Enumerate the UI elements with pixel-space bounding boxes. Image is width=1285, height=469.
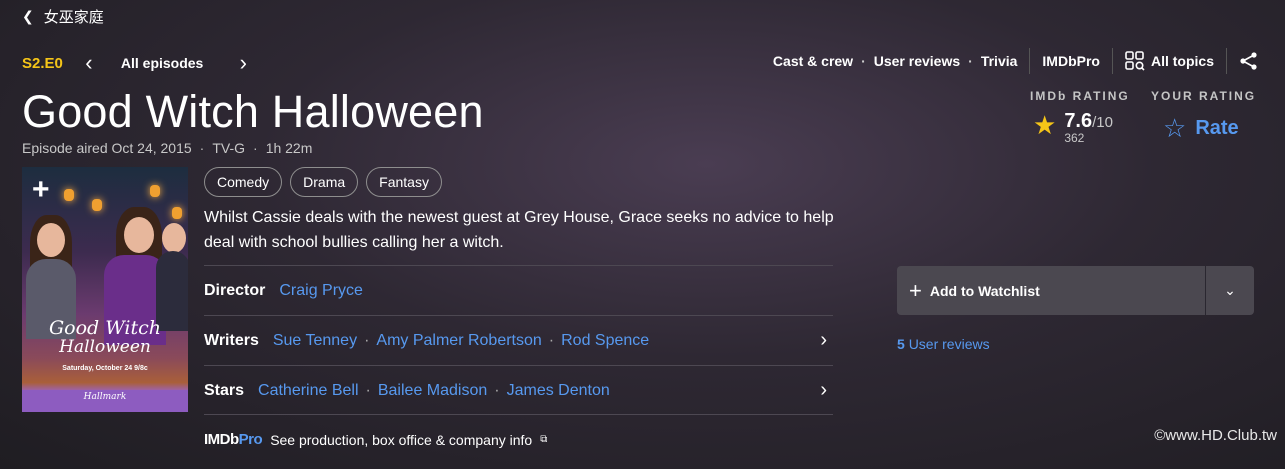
external-link-icon: ⧉ bbox=[540, 434, 548, 445]
imdbpro-promo-text: See production, box office & company inf… bbox=[270, 431, 533, 448]
plot-summary: Whilst Cassie deals with the newest gues… bbox=[204, 209, 834, 251]
rating-count: 362 bbox=[1064, 131, 1085, 145]
runtime: 1h 22m bbox=[265, 140, 313, 156]
separator-dot: · bbox=[199, 140, 205, 156]
separator-dot: · bbox=[548, 331, 555, 349]
star-link[interactable]: Catherine Bell bbox=[258, 382, 359, 400]
stars-row[interactable]: Stars Catherine Bell · Bailee Madison · … bbox=[204, 365, 833, 415]
nav-imdbpro[interactable]: IMDbPro bbox=[1042, 53, 1100, 69]
all-topics-button[interactable]: All topics bbox=[1125, 51, 1214, 71]
poster-network-logo: Hallmark bbox=[83, 392, 127, 402]
poster-figure bbox=[37, 223, 65, 257]
back-link-label: 女巫家庭 bbox=[43, 9, 104, 26]
lantern-decoration bbox=[92, 199, 102, 211]
all-episodes-link[interactable]: All episodes bbox=[121, 55, 203, 71]
imdbpro-promo[interactable]: IMDbPro See production, box office & com… bbox=[204, 431, 547, 448]
stars-label: Stars bbox=[204, 381, 245, 399]
user-reviews-link[interactable]: 5 User reviews bbox=[897, 336, 990, 352]
chevron-right-icon[interactable]: › bbox=[820, 329, 827, 352]
separator-dot: · bbox=[253, 140, 258, 156]
top-nav: Cast & crew · User reviews · Trivia IMDb… bbox=[773, 48, 1259, 74]
rate-button[interactable]: ☆ Rate bbox=[1163, 113, 1239, 144]
imdbpro-logo-b: Pro bbox=[238, 431, 263, 448]
add-to-watchlist-button[interactable]: + Add to Watchlist bbox=[897, 266, 1205, 315]
separator-dot: · bbox=[365, 381, 371, 399]
plus-icon: + bbox=[909, 277, 922, 303]
divider bbox=[1029, 48, 1031, 74]
star-outline-icon: ☆ bbox=[1163, 113, 1187, 143]
divider bbox=[1111, 48, 1113, 74]
user-reviews-count: 5 bbox=[897, 336, 905, 352]
imdbpro-logo-a: IMDb bbox=[204, 431, 239, 448]
divider bbox=[204, 414, 833, 415]
poster-figure bbox=[124, 217, 154, 253]
content-rating[interactable]: TV-G bbox=[212, 140, 245, 156]
watchlist-control: + Add to Watchlist ⌄ bbox=[897, 266, 1254, 315]
separator-dot: · bbox=[861, 53, 866, 69]
watchlist-label: Add to Watchlist bbox=[929, 282, 1040, 299]
next-episode-icon[interactable]: › bbox=[233, 50, 253, 76]
rating-value: 7.6 bbox=[1064, 110, 1093, 132]
lantern-decoration bbox=[64, 189, 74, 201]
poster-figure bbox=[162, 223, 186, 253]
add-to-watchlist-icon[interactable]: + bbox=[32, 173, 50, 207]
user-reviews-label: User reviews bbox=[908, 336, 990, 352]
previous-episode-icon[interactable]: ‹ bbox=[79, 50, 99, 76]
episode-code: S2.E0 bbox=[22, 54, 63, 72]
grid-icon bbox=[1125, 51, 1145, 71]
watchlist-dropdown-button[interactable]: ⌄ bbox=[1205, 266, 1254, 315]
your-rating-label: YOUR RATING bbox=[1151, 89, 1257, 103]
lantern-decoration bbox=[172, 207, 182, 219]
writers-row[interactable]: Writers Sue Tenney · Amy Palmer Robertso… bbox=[204, 315, 833, 365]
imdb-rating[interactable]: ★ 7.6/10 362 bbox=[1033, 110, 1113, 145]
director-link[interactable]: Craig Pryce bbox=[279, 282, 363, 300]
chevron-down-icon: ⌄ bbox=[1224, 282, 1236, 298]
separator-dot: · bbox=[968, 53, 973, 69]
poster-title-line1: Good Witch bbox=[48, 317, 162, 339]
writer-link[interactable]: Rod Spence bbox=[561, 332, 649, 350]
director-label: Director bbox=[204, 281, 266, 299]
poster-title-line2: Halloween bbox=[59, 337, 151, 357]
separator-dot: · bbox=[494, 381, 500, 399]
genre-chips: Comedy Drama Fantasy bbox=[204, 167, 442, 197]
director-row: Director Craig Pryce bbox=[204, 265, 833, 315]
chevron-right-icon[interactable]: › bbox=[820, 379, 827, 402]
genre-chip[interactable]: Fantasy bbox=[366, 167, 442, 197]
imdbpro-logo: IMDbPro bbox=[204, 431, 263, 448]
rating-max: /10 bbox=[1092, 114, 1113, 131]
back-link[interactable]: ❮ 女巫家庭 bbox=[22, 6, 104, 27]
air-date[interactable]: Episode aired Oct 24, 2015 bbox=[22, 140, 192, 156]
genre-chip[interactable]: Comedy bbox=[204, 167, 283, 197]
imdb-rating-label: IMDb RATING bbox=[1030, 89, 1130, 103]
nav-cast-crew[interactable]: Cast & crew bbox=[773, 53, 853, 69]
rating-values: 7.6/10 362 bbox=[1064, 110, 1113, 145]
episode-meta: Episode aired Oct 24, 2015 · TV-G · 1h 2… bbox=[22, 140, 312, 156]
writers-label: Writers bbox=[204, 331, 259, 349]
lantern-decoration bbox=[150, 185, 160, 197]
star-icon: ★ bbox=[1033, 110, 1057, 140]
divider bbox=[1226, 48, 1227, 74]
episode-nav: S2.E0 ‹ All episodes › bbox=[22, 50, 253, 76]
page-title: Good Witch Halloween bbox=[22, 86, 484, 137]
poster-tagline: Saturday, October 24 9/8c bbox=[62, 365, 148, 372]
chevron-left-icon: ❮ bbox=[22, 8, 34, 24]
separator-dot: · bbox=[364, 331, 370, 349]
nav-user-reviews[interactable]: User reviews bbox=[874, 53, 960, 69]
watermark: ©www.HD.Club.tw bbox=[1154, 427, 1277, 444]
poster[interactable]: Good Witch Halloween Saturday, October 2… bbox=[22, 167, 188, 412]
rate-label: Rate bbox=[1195, 117, 1239, 139]
all-topics-label: All topics bbox=[1150, 53, 1214, 69]
genre-chip[interactable]: Drama bbox=[290, 167, 359, 197]
share-icon[interactable] bbox=[1239, 51, 1259, 71]
writer-link[interactable]: Sue Tenney bbox=[273, 332, 357, 350]
writer-link[interactable]: Amy Palmer Robertson bbox=[376, 332, 541, 350]
nav-trivia[interactable]: Trivia bbox=[981, 53, 1018, 69]
star-link[interactable]: James Denton bbox=[507, 382, 610, 400]
star-link[interactable]: Bailee Madison bbox=[378, 382, 487, 400]
